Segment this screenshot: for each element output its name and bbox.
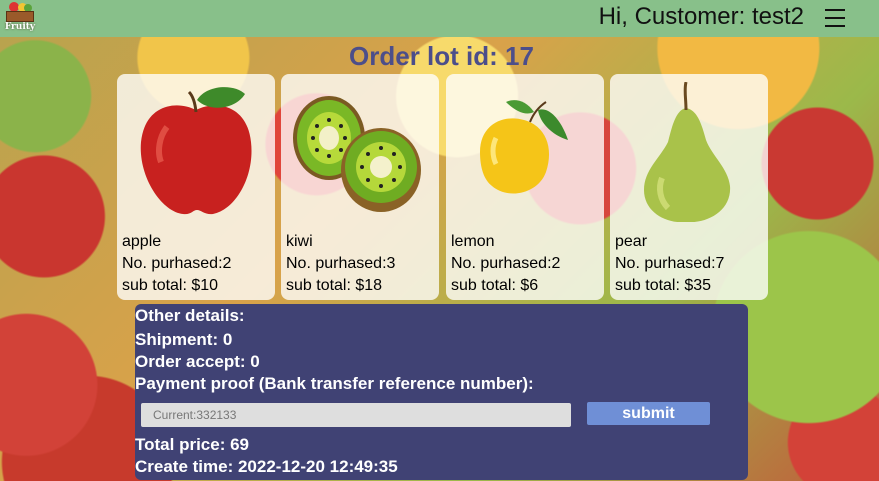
fruity-logo[interactable]: Fruity xyxy=(3,2,37,35)
item-subtotal: sub total: $35 xyxy=(615,277,712,294)
item-name: lemon xyxy=(451,233,495,250)
item-subtotal: sub total: $10 xyxy=(122,277,219,294)
total-price: Total price: 69 xyxy=(135,435,249,454)
lemon-icon xyxy=(480,100,568,194)
order-item-card: lemon No. purhased:2 sub total: $6 xyxy=(446,74,604,300)
order-item-card: kiwi No. purhased:3 sub total: $18 xyxy=(281,74,439,300)
logo-text: Fruity xyxy=(4,22,36,32)
create-time: Create time: 2022-12-20 12:49:35 xyxy=(135,457,398,476)
payment-proof-label: Payment proof (Bank transfer reference n… xyxy=(135,374,534,393)
kiwi-icon xyxy=(293,96,421,212)
order-item-card: apple No. purhased:2 sub total: $10 xyxy=(117,74,275,300)
item-subtotal: sub total: $18 xyxy=(286,277,383,294)
basket-icon xyxy=(6,2,34,22)
item-name: apple xyxy=(122,233,162,250)
order-item-card: pear No. purhased:7 sub total: $35 xyxy=(610,74,768,300)
item-subtotal: sub total: $6 xyxy=(451,277,539,294)
item-name: kiwi xyxy=(286,233,313,250)
item-name: pear xyxy=(615,233,648,250)
submit-button[interactable]: submit xyxy=(587,402,710,425)
order-accept-status: Order accept: 0 xyxy=(135,352,260,371)
item-quantity: No. purhased:2 xyxy=(122,255,232,272)
page-title: Order lot id: 17 xyxy=(349,41,534,71)
details-heading: Other details: xyxy=(135,306,245,325)
pear-icon xyxy=(644,82,731,222)
apple-icon xyxy=(140,87,252,215)
order-details-panel: Other details: Shipment: 0 Order accept:… xyxy=(135,304,748,480)
item-quantity: No. purhased:3 xyxy=(286,255,396,272)
shipment-status: Shipment: 0 xyxy=(135,330,233,349)
item-quantity: No. purhased:7 xyxy=(615,255,725,272)
payment-proof-input[interactable] xyxy=(141,403,571,427)
item-quantity: No. purhased:2 xyxy=(451,255,561,272)
user-greeting: Hi, Customer: test2 xyxy=(598,3,804,30)
top-header: Fruity Hi, Customer: test2 xyxy=(0,0,879,37)
hamburger-menu-icon[interactable] xyxy=(825,9,845,27)
